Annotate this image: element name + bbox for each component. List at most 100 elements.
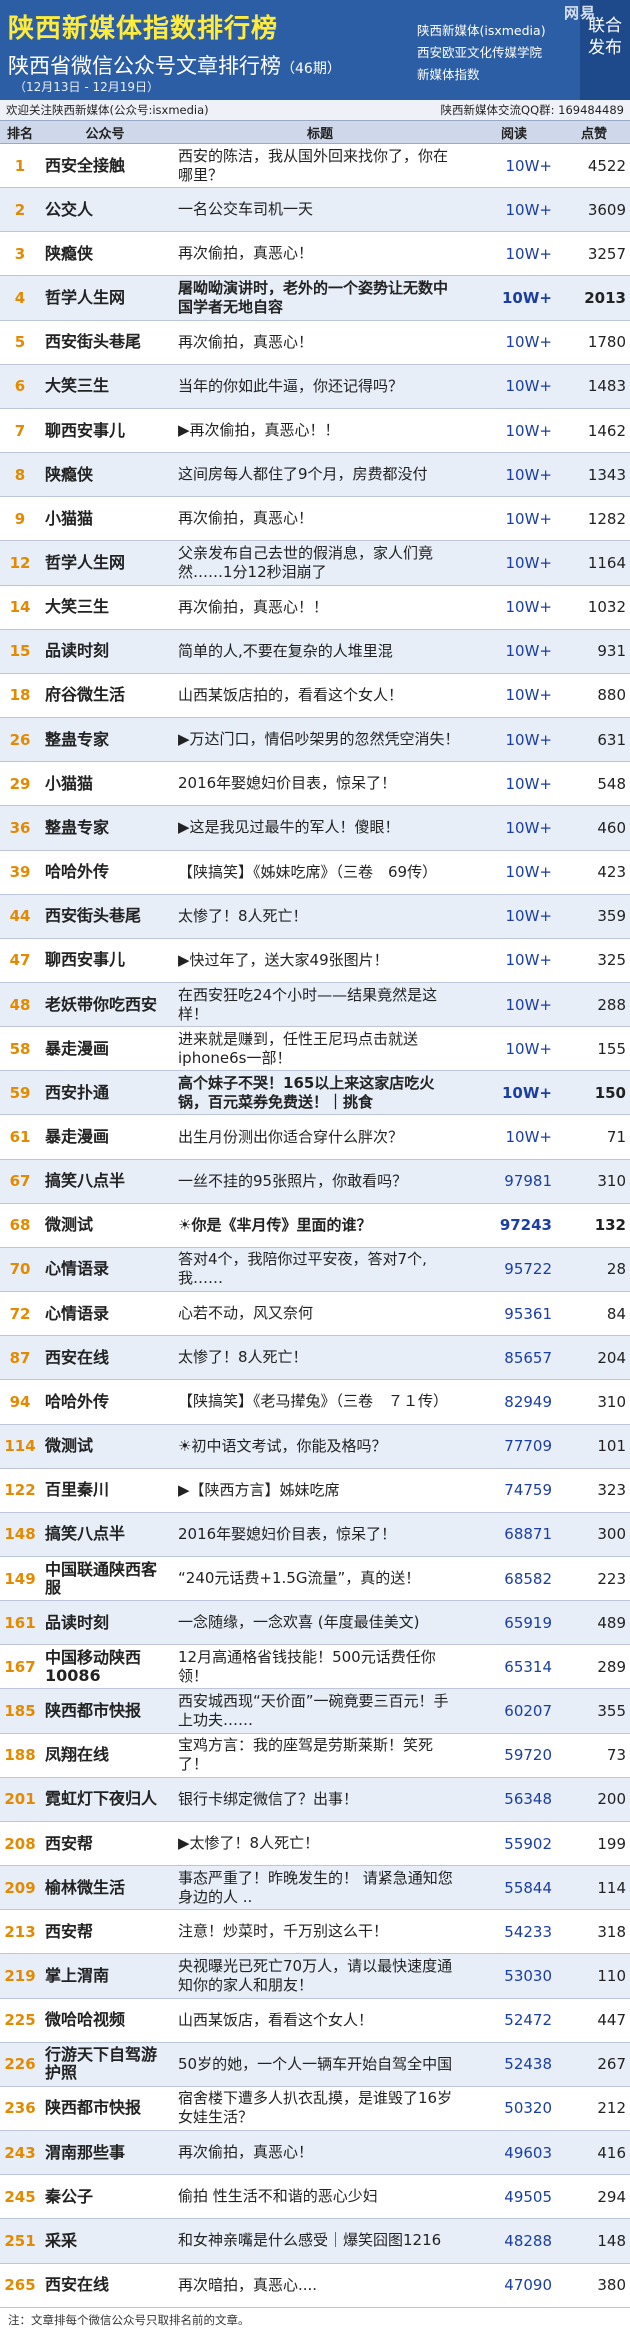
table-row: 161 品读时刻 一念随缘，一念欢喜 (年度最佳美文) 65919 489 [0, 1601, 630, 1646]
account-cell: 聊西安事儿 [45, 420, 126, 440]
table-row: 47 聊西安事儿 ▶快过年了，送大家49张图片！ 10W+ 325 [0, 939, 630, 983]
reads-cell: 10W+ [505, 1128, 553, 1147]
reads-cell: 65314 [504, 1657, 552, 1676]
reads-cell: 10W+ [502, 1083, 552, 1102]
table-row: 7 聊西安事儿 ▶再次偷拍，真恶心！！ 10W+ 1462 [0, 409, 630, 454]
account-cell: 暴走漫画 [45, 1038, 110, 1058]
rank-cell: 149 [4, 1569, 36, 1588]
article-title-cell: ☀你是《芈月传》里面的谁？ [178, 1215, 372, 1234]
reads-cell: 97243 [499, 1216, 552, 1235]
likes-cell: 323 [597, 1481, 626, 1500]
reads-cell: 77709 [504, 1437, 552, 1456]
likes-cell: 310 [597, 1172, 626, 1191]
rank-cell: 48 [9, 995, 31, 1014]
likes-cell: 212 [597, 2099, 626, 2118]
article-title-cell: 再次偷拍，真恶心！ [178, 2143, 314, 2162]
reads-cell: 10W+ [505, 465, 553, 484]
table-row: 4 哲学人生网 屠呦呦演讲时，老外的一个姿势让无数中国学者无地自容 10W+ 2013 [0, 276, 630, 321]
account-cell: 西安帮 [45, 1921, 94, 1941]
account-cell: 哲学人生网 [45, 288, 126, 308]
rank-cell: 213 [4, 1922, 36, 1941]
reads-cell: 49505 [504, 2187, 552, 2206]
info-bar: 欢迎关注陕西新媒体(公众号:isxmedia) 陕西新媒体交流QQ群: 1694… [0, 100, 630, 121]
reads-cell: 10W+ [505, 774, 553, 793]
account-cell: 老妖带你吃西安 [45, 994, 158, 1014]
article-title-cell: 【陕搞笑】《姊妹吃席》（三卷 69传） [178, 862, 438, 881]
account-cell: 西安街头巷尾 [45, 906, 142, 926]
table-row: 265 西安在线 再次暗拍，真恶心.... 47090 380 [0, 2264, 630, 2308]
account-cell: 西安街头巷尾 [45, 332, 142, 352]
reads-cell: 10W+ [502, 289, 552, 308]
rank-cell: 243 [4, 2143, 36, 2162]
reads-cell: 54233 [504, 1922, 552, 1941]
article-title-cell: 西安的陈洁，我从国外回来找你了，你在哪里？ [178, 146, 449, 184]
ranking-page: 陕西新媒体指数排行榜 陕西省微信公众号文章排行榜（46期） （12月13日 - … [0, 0, 630, 2339]
likes-cell: 28 [606, 1260, 626, 1279]
reads-cell: 97981 [504, 1172, 552, 1191]
publisher-line: 陕西新媒体(isxmedia) [417, 23, 546, 38]
rank-cell: 3 [14, 244, 26, 263]
reads-cell: 53030 [504, 1966, 552, 1985]
article-title-cell: 再次暗拍，真恶心.... [178, 2275, 318, 2294]
table-header: 排名 公众号 标题 阅读 点赞 [0, 121, 630, 144]
rank-cell: 6 [14, 377, 26, 396]
rank-cell: 122 [4, 1481, 36, 1500]
reads-cell: 50320 [504, 2099, 552, 2118]
publisher-line: 新媒体指数 [417, 67, 480, 82]
rank-cell: 14 [9, 598, 31, 617]
rank-cell: 29 [9, 774, 31, 793]
likes-cell: 199 [597, 1834, 626, 1853]
table-row: 8 陕瘾侠 这间房每人都住了9个月，房费都没付 10W+ 1343 [0, 453, 630, 498]
reads-cell: 10W+ [505, 553, 553, 572]
footer-note: 注：文章排每个微信公众号只取排名前的文章。 [8, 2313, 250, 2327]
article-title-cell: 屠呦呦演讲时，老外的一个姿势让无数中国学者无地自容 [178, 279, 449, 317]
account-cell: 小猫猫 [45, 773, 94, 793]
account-cell: 西安在线 [45, 1347, 110, 1367]
reads-cell: 55902 [504, 1834, 552, 1853]
article-title-cell: 一念随缘，一念欢喜 (年度最佳美文) [178, 1613, 420, 1632]
rank-cell: 59 [9, 1083, 31, 1102]
likes-cell: 71 [606, 1128, 626, 1147]
table-row: 61 暴走漫画 出生月份测出你适合穿什么胖次？ 10W+ 71 [0, 1115, 630, 1160]
rank-cell: 245 [4, 2187, 36, 2206]
account-cell: 秦公子 [45, 2186, 94, 2206]
reads-cell: 55844 [504, 1878, 552, 1897]
reads-cell: 60207 [504, 1702, 552, 1721]
rank-cell: 72 [9, 1304, 31, 1323]
account-cell: 陕瘾侠 [45, 243, 94, 263]
reads-cell: 48288 [504, 2231, 552, 2250]
reads-cell: 82949 [504, 1392, 552, 1411]
likes-cell: 1483 [587, 377, 626, 396]
table-row: 3 陕瘾侠 再次偷拍，真恶心！ 10W+ 3257 [0, 232, 630, 277]
likes-cell: 355 [597, 1702, 626, 1721]
table-row: 251 采采 和女神亲嘴是什么感受｜爆笑囧图1216 48288 148 [0, 2219, 630, 2264]
rank-cell: 67 [9, 1172, 31, 1191]
reads-cell: 10W+ [505, 156, 553, 175]
table-row: 87 西安在线 太惨了！8人死亡！ 85657 204 [0, 1336, 630, 1381]
account-cell: 行游天下自驾游护照 [45, 2045, 158, 2083]
rank-cell: 226 [4, 2055, 36, 2074]
reads-cell: 10W+ [505, 730, 553, 749]
col-reads: 阅读 [500, 126, 527, 142]
account-cell: 聊西安事儿 [45, 950, 126, 970]
account-cell: 品读时刻 [45, 1612, 110, 1632]
reads-cell: 59720 [504, 1746, 552, 1765]
reads-cell: 10W+ [505, 818, 553, 837]
table-row: 149 中国联通陕西客服 “240元话费+1.5G流量”，真的送！ 68582 223 [0, 1557, 630, 1602]
table-row: 29 小猫猫 2016年娶媳妇价目表，惊呆了！ 10W+ 548 [0, 762, 630, 807]
header-banner: 陕西新媒体指数排行榜 陕西省微信公众号文章排行榜（46期） （12月13日 - … [0, 0, 630, 100]
table-row: 14 大笑三生 再次偷拍，真恶心！！ 10W+ 1032 [0, 586, 630, 630]
account-cell: 微测试 [45, 1215, 94, 1235]
rank-cell: 2 [14, 200, 26, 219]
likes-cell: 460 [597, 818, 626, 837]
account-cell: 心情语录 [45, 1303, 110, 1323]
table-row: 94 哈哈外传 【陕搞笑】《老马撵兔》（三卷 ７１传） 82949 310 [0, 1380, 630, 1425]
article-title-cell: 进来就是赚到，任性王尼玛点击就送iphone6s一部！ [178, 1029, 419, 1067]
account-cell: 小猫猫 [45, 508, 94, 528]
rank-cell: 44 [9, 907, 31, 926]
account-cell: 中国联通陕西客服 [45, 1559, 158, 1597]
rank-cell: 8 [14, 465, 26, 484]
likes-cell: 73 [606, 1746, 626, 1765]
likes-cell: 155 [597, 1039, 626, 1058]
article-title-cell: 山西某饭店，看看这个女人！ [178, 2010, 374, 2029]
